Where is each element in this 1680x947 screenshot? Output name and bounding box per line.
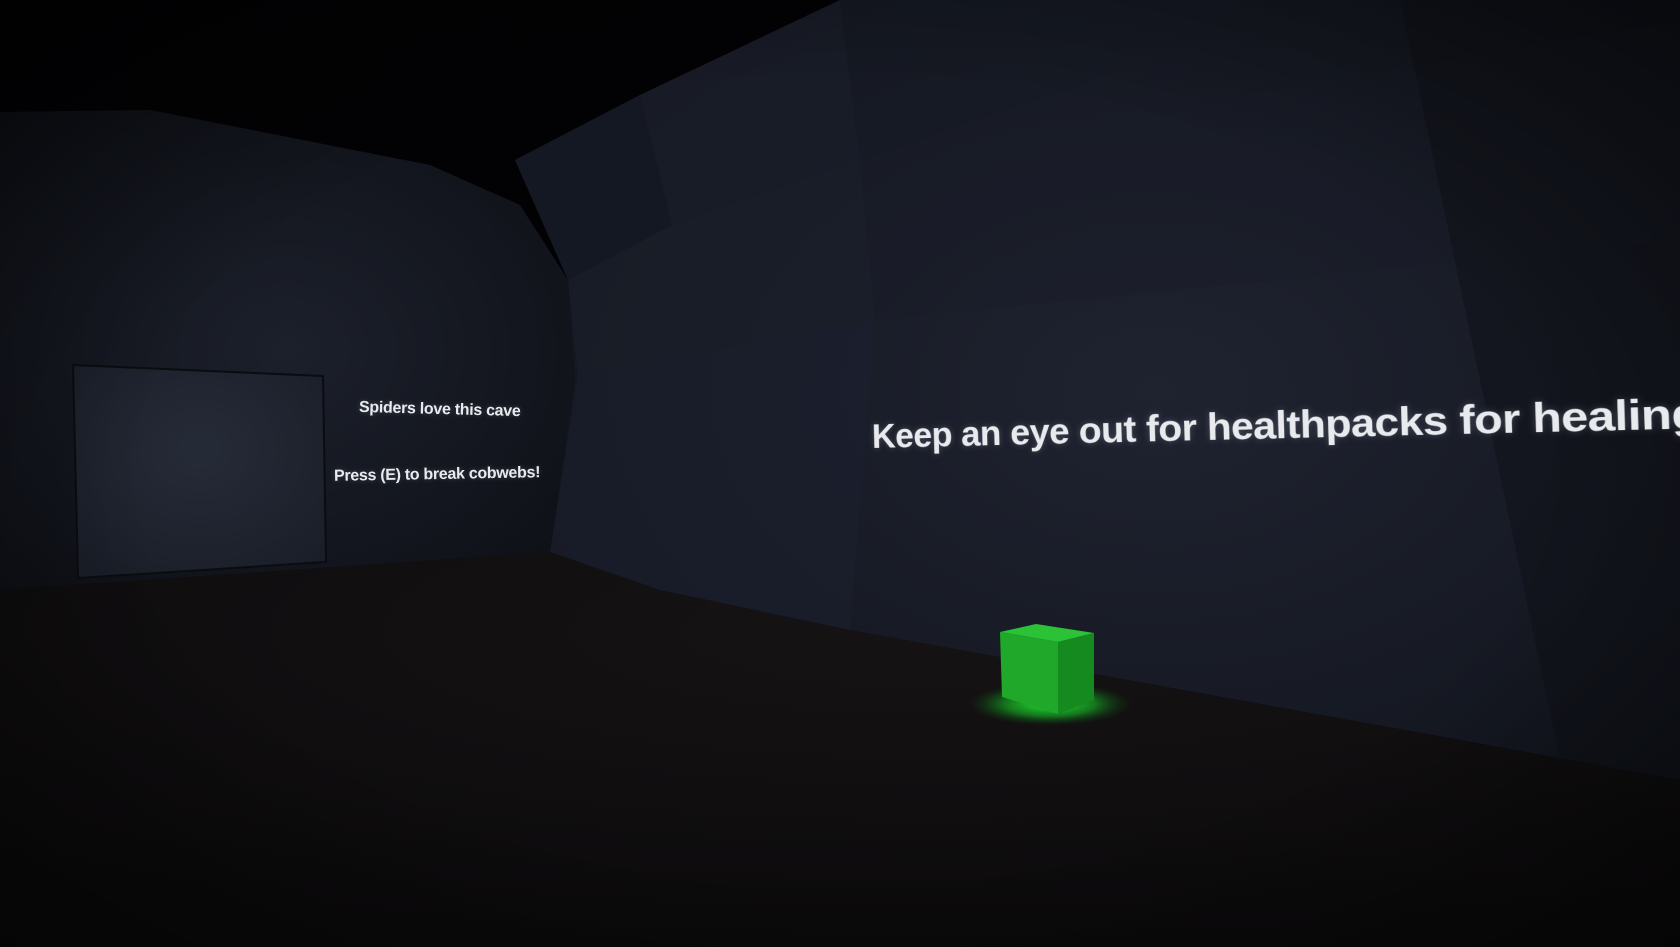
cobwebs-hint-text: Press (E) to break cobwebs! xyxy=(334,464,540,486)
vignette-overlay xyxy=(0,0,1680,947)
cave-environment xyxy=(0,0,1680,947)
game-viewport: Spiders love this cave Press (E) to brea… xyxy=(0,0,1680,947)
